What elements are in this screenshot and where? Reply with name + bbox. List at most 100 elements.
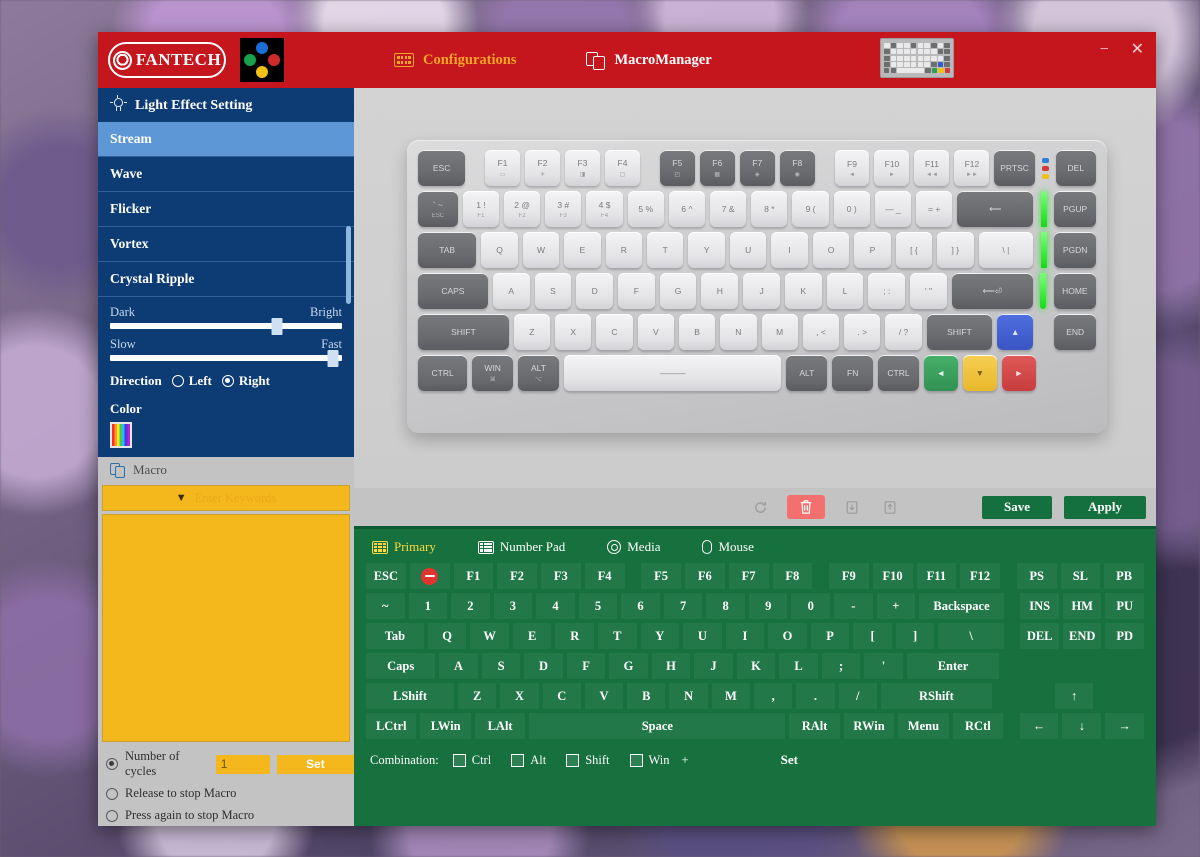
mapper-key[interactable]: 4 bbox=[536, 593, 575, 619]
preview-key[interactable]: ◄ bbox=[923, 355, 958, 391]
mapper-key[interactable]: Y bbox=[640, 623, 680, 649]
preview-key[interactable]: ALT bbox=[786, 355, 828, 391]
mapper-key[interactable]: LAlt bbox=[474, 713, 526, 739]
mapper-key[interactable]: E bbox=[512, 623, 552, 649]
mapper-key[interactable]: F7 bbox=[728, 563, 769, 589]
mapper-key[interactable]: F8 bbox=[772, 563, 813, 589]
preview-key[interactable]: F3 ◨ bbox=[565, 150, 600, 186]
mapper-key[interactable]: ← bbox=[1019, 713, 1059, 739]
preview-key[interactable]: CTRL bbox=[878, 355, 919, 391]
mapper-key[interactable]: A bbox=[439, 653, 478, 679]
delete-button[interactable] bbox=[787, 495, 825, 519]
mapper-key[interactable]: S bbox=[481, 653, 521, 679]
mapper-key[interactable]: F6 bbox=[685, 563, 725, 589]
direction-right-radio[interactable]: Right bbox=[221, 373, 270, 389]
tab-media[interactable]: Media bbox=[607, 539, 660, 555]
preview-key[interactable]: 5 % bbox=[627, 191, 664, 227]
preview-key[interactable]: F6 ▦ bbox=[699, 150, 735, 186]
preview-key[interactable]: 6 ^ bbox=[668, 191, 706, 227]
mapper-key[interactable]: , bbox=[754, 683, 793, 709]
preview-key[interactable]: R bbox=[605, 232, 643, 268]
nav-macromanager[interactable]: MacroManager bbox=[586, 51, 712, 70]
preview-key[interactable]: 3 # F3 bbox=[545, 191, 582, 227]
mapper-key[interactable]: - bbox=[834, 593, 873, 619]
save-button[interactable]: Save bbox=[982, 495, 1052, 519]
preview-key[interactable]: 9 ( bbox=[792, 191, 829, 227]
preview-key[interactable]: Z bbox=[513, 314, 551, 350]
mapper-key[interactable]: J bbox=[694, 653, 733, 679]
mapper-key[interactable]: C bbox=[542, 683, 581, 709]
tab-number-pad[interactable]: Number Pad bbox=[477, 539, 565, 555]
mapper-key[interactable]: / bbox=[838, 683, 877, 709]
mapper-key[interactable]: . bbox=[796, 683, 835, 709]
preview-key[interactable]: L bbox=[826, 273, 864, 309]
close-button[interactable]: ✕ bbox=[1127, 40, 1148, 60]
mapper-key[interactable]: I bbox=[725, 623, 765, 649]
preview-key[interactable]: = + bbox=[916, 191, 953, 227]
mapper-key[interactable]: 1 bbox=[408, 593, 448, 619]
mapper-key[interactable]: LWin bbox=[420, 713, 471, 739]
combination-win[interactable]: Win bbox=[629, 753, 670, 768]
preview-key[interactable]: F7 ◈ bbox=[739, 150, 775, 186]
mapper-key[interactable] bbox=[409, 563, 450, 589]
preview-key[interactable]: B bbox=[678, 314, 716, 350]
mapper-key[interactable]: P bbox=[810, 623, 850, 649]
preview-key[interactable]: HOME bbox=[1053, 273, 1096, 309]
macro-option-press-again[interactable]: Press again to stop Macro bbox=[106, 808, 354, 823]
mapper-key[interactable]: H bbox=[651, 653, 691, 679]
preview-key[interactable]: SHIFT bbox=[926, 314, 993, 350]
preview-key[interactable]: 2 @ F2 bbox=[504, 191, 541, 227]
mapper-key[interactable]: SL bbox=[1060, 563, 1101, 589]
preview-key[interactable]: / ? bbox=[885, 314, 922, 350]
preview-key[interactable]: F11 ◄◄ bbox=[914, 150, 950, 186]
mapper-key[interactable]: 5 bbox=[578, 593, 618, 619]
preview-key[interactable]: F bbox=[618, 273, 655, 309]
preview-key[interactable]: U bbox=[729, 232, 767, 268]
preview-key[interactable]: F9 ◄ bbox=[834, 150, 870, 186]
mapper-key[interactable]: F3 bbox=[541, 563, 581, 589]
mapper-key[interactable]: END bbox=[1062, 623, 1102, 649]
refresh-icon[interactable] bbox=[749, 496, 771, 518]
preview-key[interactable]: END bbox=[1054, 314, 1097, 350]
preview-key[interactable]: [ { bbox=[895, 232, 933, 268]
mapper-key[interactable]: Tab bbox=[366, 623, 424, 649]
macro-option-release[interactable]: Release to stop Macro bbox=[106, 786, 354, 801]
combination-alt[interactable]: Alt bbox=[511, 753, 546, 768]
preview-key[interactable]: G bbox=[659, 273, 697, 309]
tab-primary[interactable]: Primary bbox=[372, 539, 436, 555]
preview-key[interactable]: 4 $ F4 bbox=[586, 191, 623, 227]
mapper-key[interactable]: HM bbox=[1062, 593, 1102, 619]
mapper-key[interactable]: F2 bbox=[497, 563, 537, 589]
mapper-key[interactable]: LShift bbox=[366, 683, 455, 709]
preview-key[interactable]: TAB bbox=[418, 232, 477, 268]
mapper-key[interactable]: 0 bbox=[791, 593, 831, 619]
mapper-key[interactable]: ↑ bbox=[1055, 683, 1094, 709]
mapper-key[interactable]: ' bbox=[864, 653, 903, 679]
cycles-input[interactable] bbox=[215, 754, 270, 774]
mapper-key[interactable]: F5 bbox=[641, 563, 681, 589]
preview-key[interactable]: ALT ⌥ bbox=[518, 355, 559, 391]
preview-key[interactable]: CAPS bbox=[418, 273, 488, 309]
mapper-key[interactable]: 2 bbox=[451, 593, 490, 619]
preview-key[interactable]: J bbox=[743, 273, 780, 309]
preview-key[interactable]: M bbox=[761, 314, 798, 350]
effect-item-crystal-ripple[interactable]: Crystal Ripple bbox=[98, 262, 354, 297]
mapper-key[interactable]: L bbox=[779, 653, 818, 679]
preview-key[interactable]: F8 ◉ bbox=[779, 150, 815, 186]
preview-key[interactable]: PGUP bbox=[1054, 191, 1096, 227]
mapper-key[interactable]: + bbox=[876, 593, 916, 619]
preview-key[interactable]: ⟵⏎ bbox=[951, 273, 1033, 309]
mapper-key[interactable]: LCtrl bbox=[366, 713, 417, 739]
mapper-key[interactable]: ↓ bbox=[1062, 713, 1102, 739]
minimize-button[interactable]: − bbox=[1096, 40, 1113, 60]
mapper-key[interactable]: V bbox=[584, 683, 624, 709]
mapper-key[interactable]: RShift bbox=[880, 683, 992, 709]
effect-item-vortex[interactable]: Vortex bbox=[98, 227, 354, 262]
mapper-key[interactable]: PU bbox=[1105, 593, 1145, 619]
preview-key[interactable]: V bbox=[637, 314, 674, 350]
preview-key[interactable]: P bbox=[854, 232, 891, 268]
mapper-key[interactable]: F10 bbox=[872, 563, 913, 589]
preview-key[interactable]: 8 * bbox=[751, 191, 788, 227]
mapper-key[interactable]: Space bbox=[529, 713, 786, 739]
preview-key[interactable]: ] } bbox=[937, 232, 974, 268]
